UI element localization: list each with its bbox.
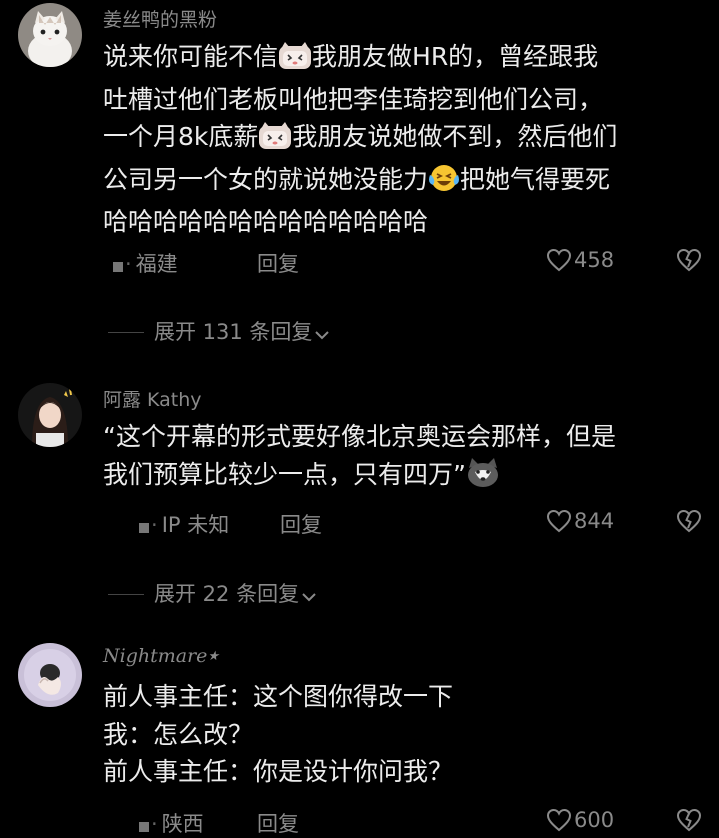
reply-button[interactable]: 回复 <box>280 509 322 539</box>
chevron-down-icon <box>315 331 330 340</box>
divider <box>108 594 144 595</box>
expand-label: 展开 22 条回复 <box>154 582 300 606</box>
text-segment: “这个开幕的形式要好像北京奥运会那样，但是 <box>103 422 616 451</box>
location: · IP 未知 <box>139 509 229 539</box>
avatar[interactable] <box>18 3 82 67</box>
heart-outline-icon <box>546 808 572 832</box>
like-button[interactable]: 600 <box>546 808 614 832</box>
dislike-button[interactable] <box>676 509 702 538</box>
location: · 陕西 <box>139 808 204 838</box>
text-segment: 吐槽过他们老板叫他把李佳琦挖到他们公司， <box>103 84 604 114</box>
text-segment: 我：怎么改？ <box>103 719 254 749</box>
dislike-button[interactable] <box>676 808 702 837</box>
heart-outline-icon <box>546 248 572 272</box>
laughing-tears-emoji <box>428 163 460 204</box>
star-icon: ★ <box>207 649 220 664</box>
text-segment: 我朋友做HR的，曾经跟我 <box>312 42 599 71</box>
reply-button[interactable]: 回复 <box>257 248 299 278</box>
location-icon <box>139 523 149 533</box>
girl-avatar-icon <box>18 383 82 447</box>
text-segment: 我们预算比较少一点，只有四万” <box>103 459 466 489</box>
text-segment: 前人事主任：你是设计你问我？ <box>103 757 454 786</box>
comment-meta: · IP 未知 回复 844 <box>103 509 703 539</box>
comment-meta: · 福建 回复 458 <box>103 248 703 278</box>
username[interactable]: 姜丝鸭的黑粉 <box>103 5 217 32</box>
hand-avatar-icon <box>18 643 82 707</box>
like-count: 458 <box>574 248 615 272</box>
text-segment: 公司另一个女的就说她没能力 <box>103 164 429 194</box>
location: · 福建 <box>113 248 178 278</box>
text-segment: 哈哈哈哈哈哈哈哈哈哈哈哈哈 <box>103 207 429 236</box>
username[interactable]: 阿露 Kathy <box>103 385 202 412</box>
avatar[interactable] <box>18 643 82 707</box>
cat-emoji <box>258 122 292 161</box>
comment-meta: · 陕西 回复 600 <box>103 808 703 838</box>
text-segment: 把她气得要死 <box>460 164 611 194</box>
username[interactable]: Nightmare★ <box>103 645 219 667</box>
broken-heart-icon <box>676 808 702 832</box>
broken-heart-icon <box>676 248 702 272</box>
expand-replies-button[interactable]: 展开 22 条回复 <box>108 578 317 608</box>
avatar[interactable] <box>18 383 82 447</box>
divider <box>108 332 144 333</box>
cat-emoji <box>278 42 312 81</box>
like-count: 600 <box>574 808 615 832</box>
text-segment: 说来你可能不信 <box>103 42 279 71</box>
comment-text: “这个开幕的形式要好像北京奥运会那样，但是 我们预算比较少一点，只有四万” <box>103 418 703 498</box>
dislike-button[interactable] <box>676 248 702 277</box>
location-icon <box>139 822 149 832</box>
chevron-down-icon <box>302 593 316 602</box>
expand-label: 展开 131 条回复 <box>154 320 313 344</box>
heart-outline-icon <box>546 509 572 533</box>
username-text: Nightmare <box>103 645 208 667</box>
like-count: 844 <box>574 509 615 533</box>
cat-avatar-icon <box>18 3 82 67</box>
text-segment: 前人事主任：这个图你得改一下 <box>103 682 454 711</box>
text-segment: 一个月8k底薪 <box>103 122 259 151</box>
location-icon <box>113 262 123 272</box>
comment-text: 前人事主任：这个图你得改一下 我：怎么改？ 前人事主任：你是设计你问我？ <box>103 678 703 791</box>
like-button[interactable]: 844 <box>546 509 614 533</box>
like-button[interactable]: 458 <box>546 248 614 272</box>
broken-heart-icon <box>676 509 702 533</box>
comment-text: 说来你可能不信 我朋友做HR的，曾经跟我 吐槽过他们老板叫他把李佳琦挖到他们公司，… <box>103 38 703 241</box>
text-segment: 我朋友说她做不到，然后他们 <box>292 122 618 151</box>
husky-emoji <box>466 457 500 499</box>
reply-button[interactable]: 回复 <box>257 808 299 838</box>
expand-replies-button[interactable]: 展开 131 条回复 <box>108 316 330 346</box>
